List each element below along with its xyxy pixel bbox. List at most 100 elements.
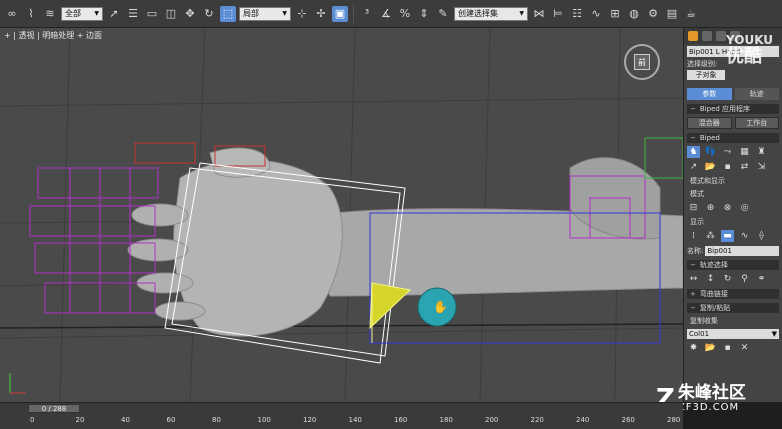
biped-playback-icon[interactable]: ♜ <box>755 146 768 158</box>
show-trajectories-icon[interactable]: ∿ <box>738 230 751 242</box>
open-file-icon[interactable]: 📂 <box>704 161 717 173</box>
render-setup-icon[interactable]: ⚙ <box>645 6 661 22</box>
layer-icon[interactable]: ☷ <box>569 6 585 22</box>
time-ruler[interactable]: 0 20 40 60 80 100 120 140 160 180 200 220 240 260 280 <box>0 415 683 429</box>
move-icon[interactable]: ✥ <box>182 6 198 22</box>
biped-apps-buttons: 混合器 工作台 <box>687 117 779 129</box>
buffer-mode-icon[interactable]: ⊟ <box>687 202 700 214</box>
perspective-viewport[interactable]: ✋ + | 透视 | 明暗处理 + 边面 前 <box>0 28 683 402</box>
biped-file-icons: ↗ 📂 ▪ ⇄ ⇲ <box>687 161 779 173</box>
schematic-icon[interactable]: ⊞ <box>607 6 623 22</box>
curve-editor-icon[interactable]: ∿ <box>588 6 604 22</box>
copy-collection-label: 复制收集 <box>690 317 718 325</box>
move-all-icon[interactable]: ⇲ <box>755 161 768 173</box>
show-footsteps-icon[interactable]: ⁂ <box>704 230 717 242</box>
show-legs-icon[interactable]: ▬ <box>721 230 734 242</box>
ruler-tick-label: 220 <box>530 416 544 424</box>
edit-named-sel-icon[interactable]: ✎ <box>435 6 451 22</box>
scale-stride-icon[interactable]: ⊗ <box>721 202 734 214</box>
name-field[interactable]: Bip001 <box>705 246 779 256</box>
rollout-copy-paste[interactable]: − 复制/粘贴 <box>687 303 779 313</box>
body-rotation-icon[interactable]: ↻ <box>721 273 734 285</box>
viewcube-face[interactable]: 前 <box>634 54 650 70</box>
separator <box>353 4 354 23</box>
create-collection-icon[interactable]: ✸ <box>687 342 700 354</box>
render-frame-icon[interactable]: ▤ <box>664 6 680 22</box>
spinner-snap-icon[interactable]: ⇕ <box>416 6 432 22</box>
ruler-tick-label: 80 <box>212 416 221 424</box>
rollout-copy-paste-label: 复制/粘贴 <box>699 304 731 312</box>
mirror-icon[interactable]: ⋈ <box>531 6 547 22</box>
workbench-button[interactable]: 工作台 <box>734 117 779 129</box>
figure-mode-icon[interactable]: ♞ <box>687 146 700 158</box>
lock-cog-icon[interactable]: ⚲ <box>738 273 751 285</box>
hierarchy-tab-icon[interactable] <box>716 31 726 41</box>
mixer-button[interactable]: 混合器 <box>687 117 732 129</box>
load-collection-icon[interactable]: 📂 <box>704 342 717 354</box>
main-toolbar: ∞ ⌇ ≋ 全部 ▼ ➚ ☰ ▭ ◫ ✥ ↻ ⬚ 局部 ▼ ⊹ ✢ ▣ ³ ∡ % … <box>0 0 782 28</box>
body-horizontal-icon[interactable]: ↔ <box>687 273 700 285</box>
footstep-mode-icon[interactable]: 👣 <box>704 146 717 158</box>
show-objects-icon[interactable]: ⁞ <box>687 230 700 242</box>
align-icon[interactable]: ⊨ <box>550 6 566 22</box>
viewport-scene: ✋ <box>0 28 683 402</box>
teapot-icon[interactable]: ☕ <box>683 6 699 22</box>
symmetrical-icon[interactable]: ⚭ <box>755 273 768 285</box>
ruler-tick-label: 280 <box>667 416 681 424</box>
mode-display-label: 模式和显示 <box>690 177 725 185</box>
angle-snap-icon[interactable]: ∡ <box>378 6 394 22</box>
pivot-icon[interactable]: ⊹ <box>294 6 310 22</box>
load-file-icon[interactable]: ↗ <box>687 161 700 173</box>
viewport-label[interactable]: + | 透视 | 明暗处理 + 边面 <box>4 30 102 41</box>
unlink-icon[interactable]: ⌇ <box>23 6 39 22</box>
named-selection-dropdown[interactable]: 创建选择集 ▼ <box>454 6 528 21</box>
material-icon[interactable]: ◍ <box>626 6 642 22</box>
mixer-mode-icon[interactable]: ▦ <box>738 146 751 158</box>
tab-trajectories[interactable]: 轨迹 <box>734 88 779 100</box>
in-place-icon[interactable]: ◎ <box>738 202 751 214</box>
ruler-tick-label: 240 <box>576 416 590 424</box>
display-icons: ⁞ ⁂ ▬ ∿ ⟠ <box>687 230 779 242</box>
rollout-biped-apps-label: Biped 应用程序 <box>699 105 751 113</box>
rubber-band-icon[interactable]: ⊕ <box>704 202 717 214</box>
scale-icon[interactable]: ⬚ <box>220 5 236 22</box>
delete-collection-icon[interactable]: ✕ <box>738 342 751 354</box>
rollout-biped-apps[interactable]: − Biped 应用程序 <box>687 104 779 114</box>
viewcube[interactable]: 前 <box>624 44 660 80</box>
show-prefs-icon[interactable]: ⟠ <box>755 230 768 242</box>
save-file-icon[interactable]: ▪ <box>721 161 734 173</box>
sub-object-button[interactable]: 子对象 <box>687 70 725 80</box>
create-tab-icon[interactable] <box>688 31 698 41</box>
select-icon[interactable]: ➚ <box>106 6 122 22</box>
bind-icon[interactable]: ≋ <box>42 6 58 22</box>
save-collection-icon[interactable]: ▪ <box>721 342 734 354</box>
window-crossing-icon[interactable]: ◫ <box>163 6 179 22</box>
body-vertical-icon[interactable]: ↕ <box>704 273 717 285</box>
coord-system-dropdown[interactable]: 局部 ▼ <box>239 6 291 21</box>
selection-filter-dropdown[interactable]: 全部 ▼ <box>61 6 103 21</box>
ruler-tick-label: 40 <box>121 416 130 424</box>
rollout-bend-links[interactable]: + 弯曲链接 <box>687 289 779 299</box>
keyboard-shortcut-icon[interactable]: ▣ <box>332 5 348 22</box>
time-slider[interactable]: 0 / 288 <box>28 404 80 413</box>
modify-tab-icon[interactable] <box>702 31 712 41</box>
ruler-tick-label: 260 <box>621 416 635 424</box>
convert-icon[interactable]: ⇄ <box>738 161 751 173</box>
ruler-tick-label: 200 <box>485 416 499 424</box>
select-by-name-icon[interactable]: ☰ <box>125 6 141 22</box>
snap-icon[interactable]: ³ <box>359 6 375 22</box>
rotate-icon[interactable]: ↻ <box>201 6 217 22</box>
percent-snap-icon[interactable]: % <box>397 6 413 22</box>
link-icon[interactable]: ∞ <box>4 6 20 22</box>
motion-tabs: 参数 轨迹 <box>687 88 779 100</box>
rollout-biped-label: Biped <box>699 134 720 142</box>
rollout-track-selection-label: 轨迹选择 <box>699 261 728 269</box>
rollout-track-selection[interactable]: − 轨迹选择 <box>687 260 779 270</box>
rollout-biped[interactable]: − Biped <box>687 133 779 143</box>
rect-select-icon[interactable]: ▭ <box>144 6 160 22</box>
collection-dropdown[interactable]: Col01 ▼ <box>687 329 779 339</box>
manipulate-icon[interactable]: ✢ <box>313 6 329 22</box>
name-row: 名称: Bip001 <box>687 246 779 256</box>
motion-flow-icon[interactable]: ⤳ <box>721 146 734 158</box>
tab-parameters[interactable]: 参数 <box>687 88 732 100</box>
